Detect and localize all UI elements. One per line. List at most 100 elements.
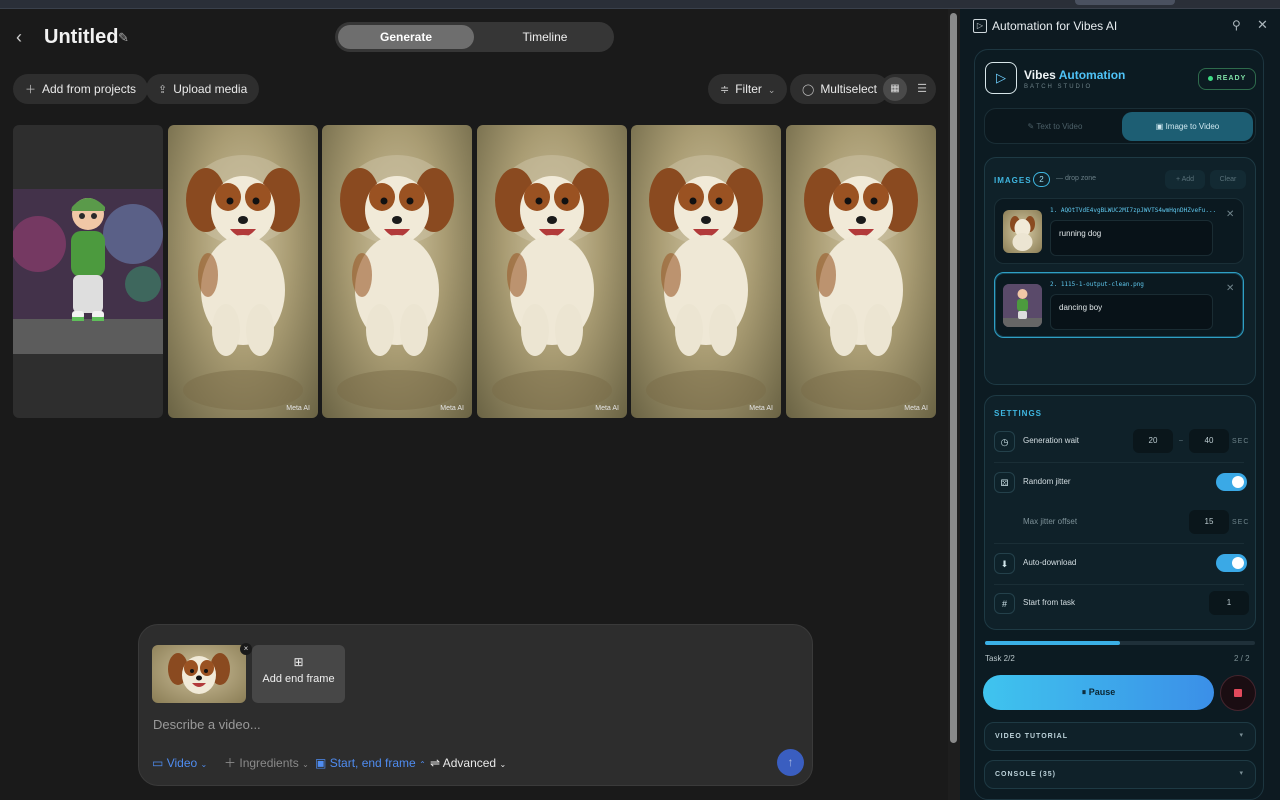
meta-ai-watermark: Meta AI [286,405,310,412]
media-thumb-dog-2[interactable]: Meta AI [322,125,472,418]
pen-icon: ✎ [1027,122,1035,131]
tab-generate[interactable]: Generate [338,25,474,49]
brand-word-automation: Automation [1058,68,1126,82]
chevron-down-icon: ⌄ [499,760,507,769]
remove-start-frame-icon[interactable]: × [240,643,252,655]
dog-mini-illustration [1010,216,1035,251]
tab-text-to-video[interactable]: ✎ Text to Video [989,112,1121,141]
images-card [984,157,1256,385]
task-status-label: Task 2/2 [985,654,1015,663]
add-from-projects-label: Add from projects [42,82,137,96]
filter-button[interactable]: ≑ Filter ⌄ [708,74,788,104]
browser-top-strip [0,0,1280,9]
pause-button[interactable]: ⏸ Pause [983,675,1214,710]
video-type-label: Video [166,756,198,770]
video-tutorial-accordion[interactable]: VIDEO TUTORIAL ▾ [984,722,1256,751]
advanced-dropdown[interactable]: ⇌ Advanced ⌄ [430,756,506,772]
boy-mini-illustration [1003,284,1042,327]
settings-divider [994,543,1244,544]
circle-icon: ◯ [802,84,815,96]
add-end-frame-button[interactable]: ⊞ Add end frame [252,645,345,703]
plus-icon: ＋ [224,756,237,770]
main-scrollbar[interactable] [948,9,960,800]
pin-icon[interactable]: ⚲ [1232,18,1241,32]
console-label: CONSOLE (35) [995,771,1057,778]
play-logo-icon: ▷ [985,62,1017,94]
ingredients-label: Ingredients [239,756,299,770]
meta-ai-watermark: Meta AI [904,405,928,412]
send-button[interactable]: ↑ [777,749,804,776]
back-chevron-icon[interactable]: ‹ [16,28,34,47]
chevron-down-icon: ⌄ [200,760,208,769]
tab-image-to-video[interactable]: ▣ Image to Video [1122,112,1253,141]
close-icon[interactable]: ✕ [1257,17,1268,33]
dog-illustration [337,155,457,410]
media-thumb-dog-5[interactable]: Meta AI [786,125,936,418]
wait-min-input[interactable]: 20 [1133,429,1173,453]
remove-image-icon[interactable]: ✕ [1226,283,1234,294]
media-thumb-dog-4[interactable]: Meta AI [631,125,781,418]
download-icon: ⬇ [994,553,1015,574]
clear-images-button[interactable]: Clear [1210,170,1246,189]
multiselect-label: Multiselect [820,82,877,96]
image-item[interactable]: 1. AQOtTVdE4vgBLWUC2MI7zpJWVTS4wmHqnDHZv… [994,198,1244,264]
brand-title: Vibes Automation [1024,68,1125,82]
media-thumb-dog-1[interactable]: Meta AI [168,125,318,418]
dog-illustration [492,155,612,410]
wait-max-input[interactable]: 40 [1189,429,1229,453]
task-progress-bar [985,641,1255,645]
max-jitter-input[interactable]: 15 [1189,510,1229,534]
status-badge: READY [1198,68,1256,90]
status-label: READY [1216,75,1247,82]
settings-section-label: SETTINGS [994,409,1043,418]
start-from-task-input[interactable]: 1 [1209,591,1249,615]
sliders-icon: ≑ [720,84,730,96]
dog-illustration [801,155,921,410]
meta-ai-watermark: Meta AI [440,405,464,412]
stop-button[interactable] [1220,675,1256,711]
wait-range-separator: – [1179,437,1184,444]
pencil-icon[interactable]: ✎ [118,30,129,46]
image-item-prompt-input[interactable]: dancing boy [1050,294,1213,330]
random-jitter-toggle[interactable] [1216,473,1247,491]
image-item-selected[interactable]: 2. 1115-1-output-clean.png dancing boy ✕ [994,272,1244,338]
top-tab-handle [1075,0,1175,5]
video-type-dropdown[interactable]: ▭ Video ⌄ [152,756,207,772]
grid-view-icon[interactable]: ▦ [883,77,907,101]
generation-wait-row: ◷ Generation wait 20 – 40 SEC [994,427,1248,457]
media-thumb-dog-3[interactable]: Meta AI [477,125,627,418]
image-item-prompt-input[interactable]: running dog [1050,220,1213,256]
ingredients-dropdown[interactable]: ＋ Ingredients ⌄ [224,756,309,772]
settings-divider [994,462,1244,463]
upload-media-button[interactable]: ⇪ Upload media [146,74,260,104]
images-section-label: IMAGES [994,176,1032,185]
scrollbar-thumb[interactable] [950,13,957,743]
add-from-projects-button[interactable]: ＋ Add from projects [13,74,149,104]
remove-image-icon[interactable]: ✕ [1226,209,1234,220]
chevron-up-icon: ⌃ [419,760,426,769]
dice-icon: ⚄ [994,472,1015,493]
extension-icon: ▷ [973,19,987,33]
add-image-button[interactable]: + Add [1165,170,1205,189]
multiselect-button[interactable]: ◯ Multiselect [790,74,889,104]
chevron-down-icon: ▾ [1239,732,1243,739]
main-area: ‹ Untitled ✎ Generate Timeline ＋ Add from… [0,9,948,800]
image-icon: ▣ [315,756,327,770]
image-item-thumb [1003,210,1042,253]
image-add-icon: ⊞ [293,655,304,669]
automation-side-panel: ▷ Automation for Vibes AI ⚲ ✕ ▷ Vibes Au… [960,9,1280,800]
tab-timeline[interactable]: Timeline [480,25,610,49]
video-prompt-input[interactable]: Describe a video... [153,717,261,732]
start-frame-thumb[interactable] [152,645,246,703]
list-view-icon[interactable]: ☰ [910,77,934,101]
brand-subtitle: BATCH STUDIO [1024,84,1093,90]
page-title[interactable]: Untitled [44,26,118,49]
dog-illustration [183,155,303,410]
auto-download-toggle[interactable] [1216,554,1247,572]
frames-dropdown[interactable]: ▣ Start, end frame ⌃ [315,756,426,772]
upload-icon: ⇪ [158,84,168,96]
console-accordion[interactable]: CONSOLE (35) ▾ [984,760,1256,789]
prompt-composer: × ⊞ Add end frame Describe a video... ▭ … [138,624,813,786]
chevron-down-icon: ⌄ [767,85,776,95]
media-thumb-boy[interactable] [13,125,163,418]
